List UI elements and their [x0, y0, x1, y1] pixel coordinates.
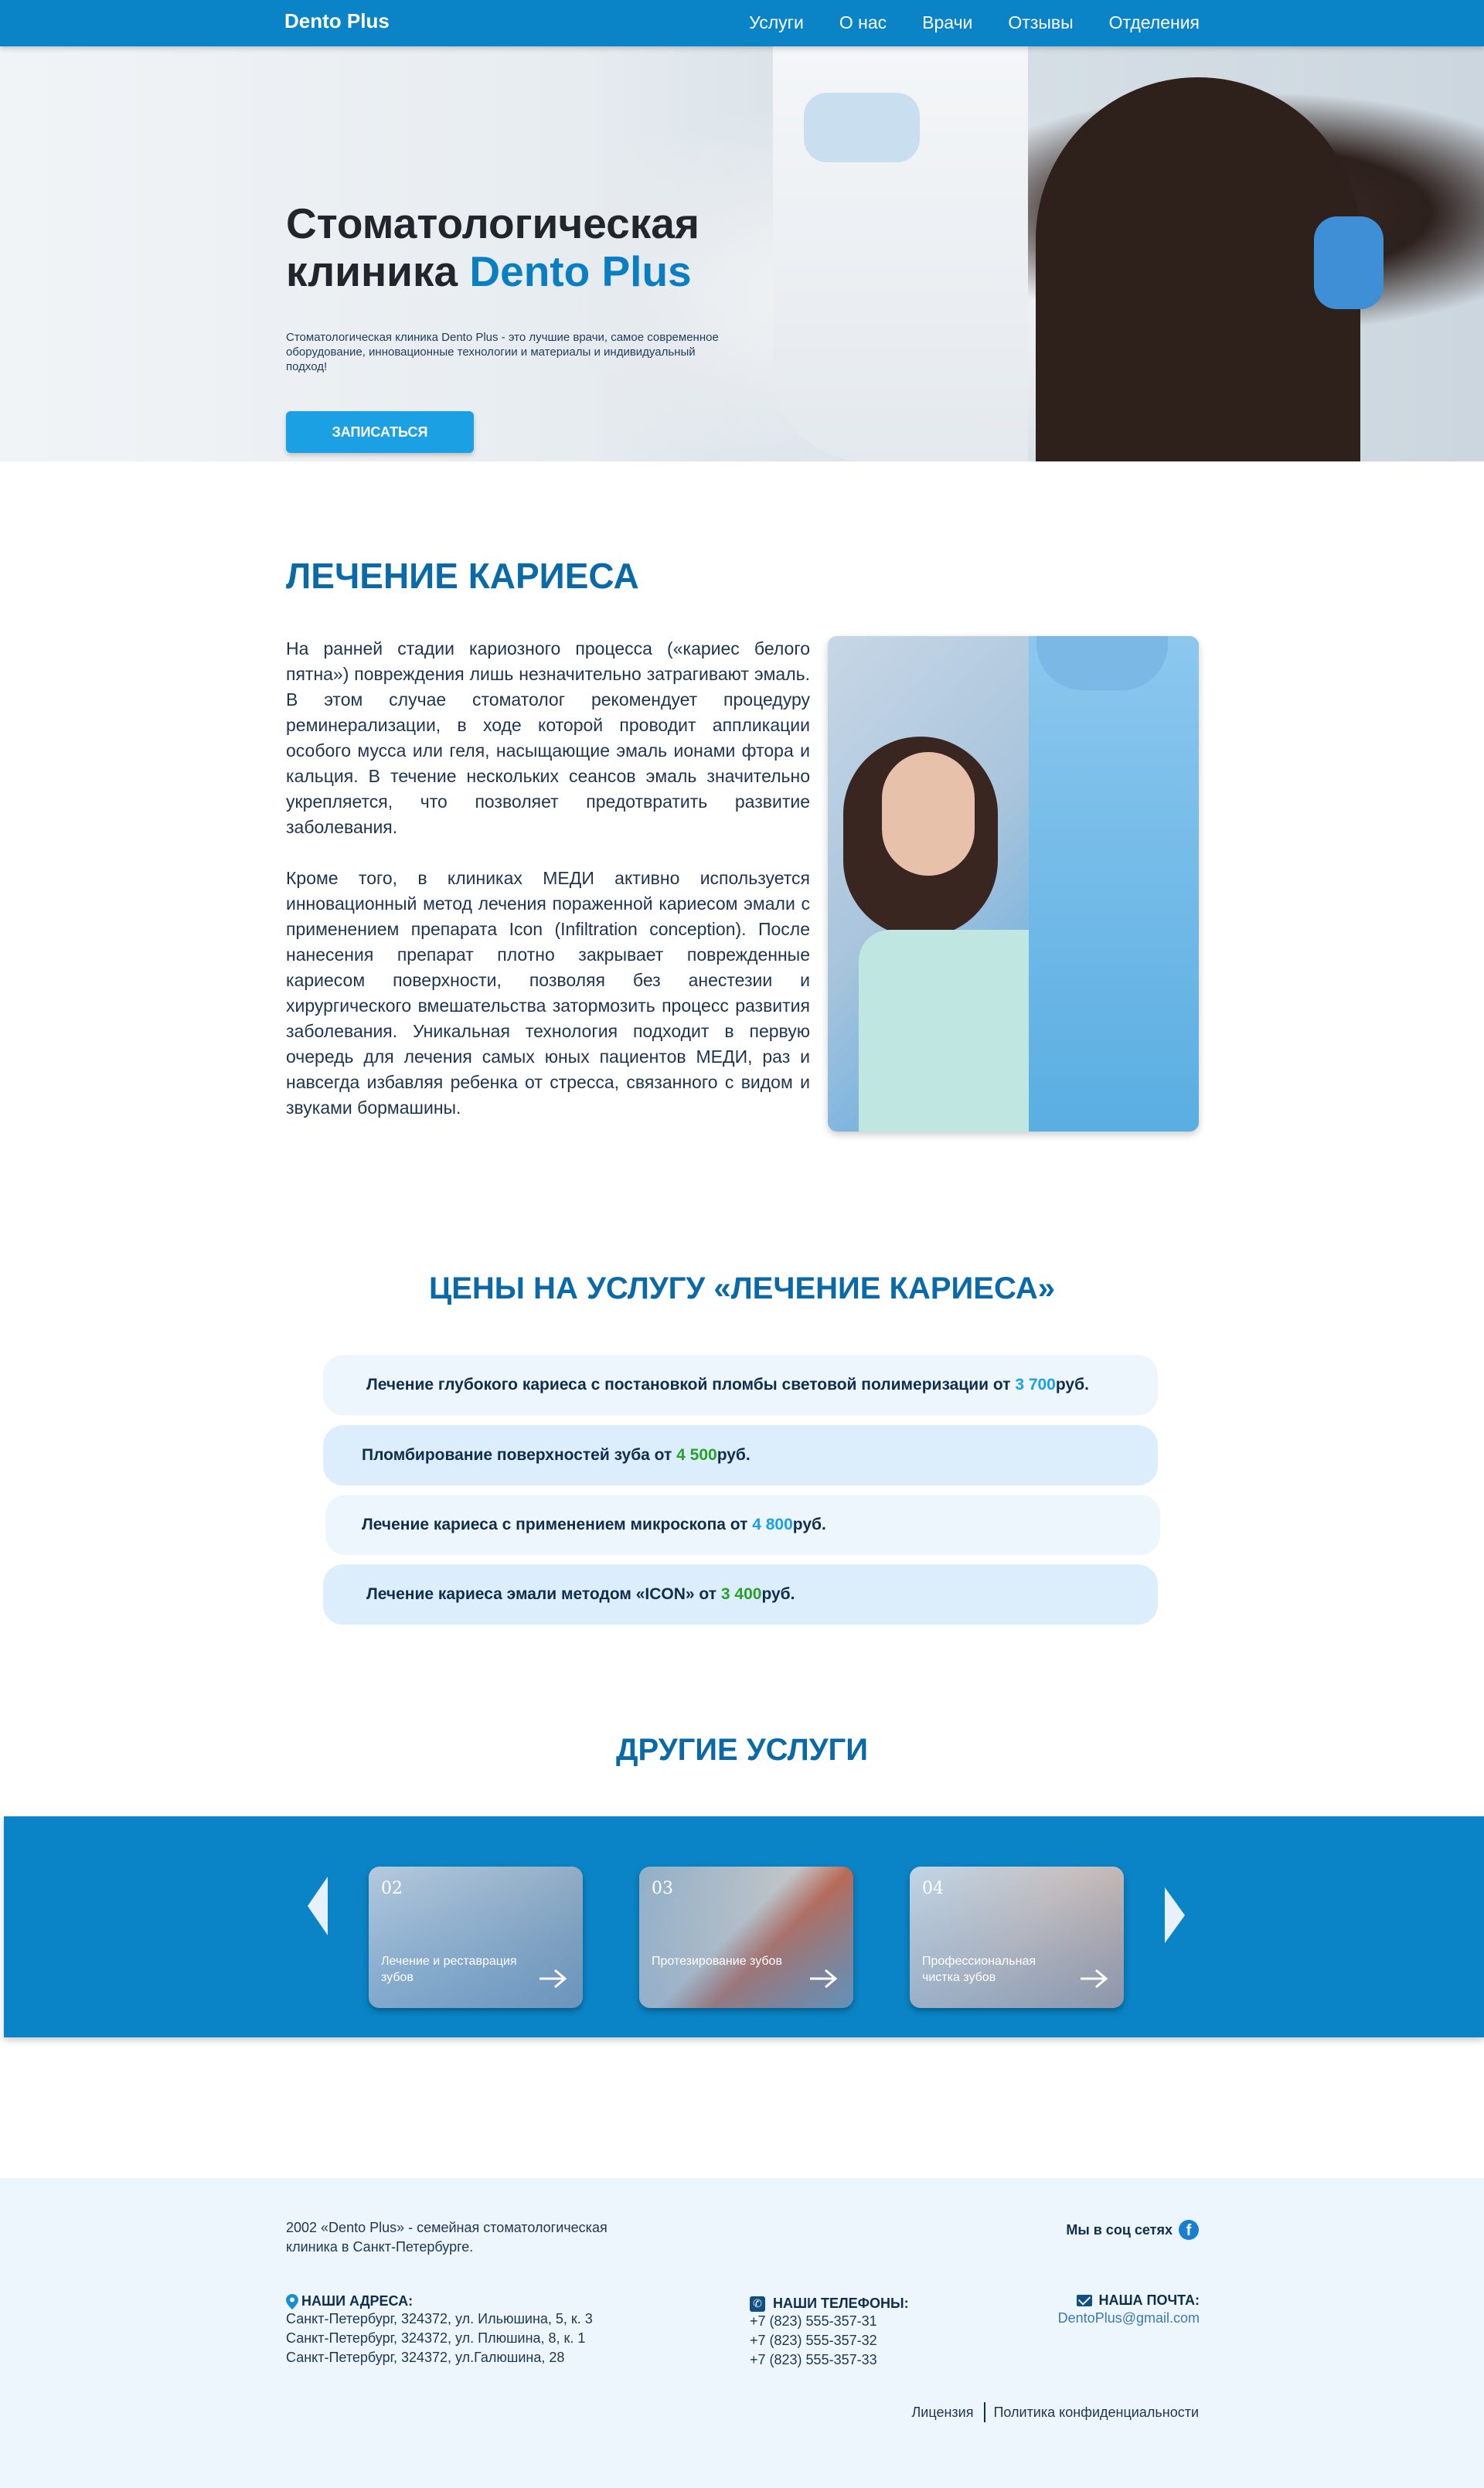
- caries-text: На ранней стадии кариозного процесса («к…: [286, 636, 810, 1121]
- caries-section-title: ЛЕЧЕНИЕ КАРИЕСА: [286, 556, 639, 596]
- facebook-icon[interactable]: f: [1179, 2220, 1199, 2240]
- address-line: Санкт-Петербург, 324372, ул.Галюшина, 28: [286, 2350, 565, 2365]
- top-navbar: Dento Plus Услуги О нас Врачи Отзывы Отд…: [0, 0, 1484, 46]
- footer-about: 2002 «Dento Plus» - семейная стоматологи…: [286, 2220, 608, 2255]
- caries-paragraph-1: На ранней стадии кариозного процесса («к…: [286, 638, 810, 837]
- hero-photo-glove: [1314, 216, 1384, 309]
- photo-dentist: [1029, 636, 1199, 1132]
- footer-links: Лицензия Политика конфиденциальности: [911, 2402, 1199, 2422]
- price-currency: руб.: [761, 1585, 795, 1603]
- arrow-right-icon[interactable]: [538, 1967, 569, 1990]
- other-services-title: ДРУГИЕ УСЛУГИ: [616, 1733, 868, 1767]
- card-label: Протезирование зубов: [652, 1955, 782, 1968]
- privacy-policy-link[interactable]: Политика конфиденциальности: [993, 2405, 1199, 2421]
- nav-link-doctors[interactable]: Врачи: [922, 12, 972, 33]
- arrow-right-icon[interactable]: [1079, 1967, 1110, 1990]
- social-label: Мы в соц сетях: [1066, 2221, 1173, 2238]
- arrow-right-icon[interactable]: [808, 1967, 839, 1990]
- hero-title-accent: Dento Plus: [469, 247, 692, 295]
- addresses-title-text: НАШИ АДРЕСА:: [301, 2293, 414, 2309]
- link-divider: [984, 2402, 986, 2422]
- arrow-left-icon[interactable]: [308, 1877, 328, 1935]
- price-row: Лечение глубокого кариеса с постановкой …: [323, 1355, 1158, 1415]
- price-row: Пломбирование поверхностей зуба от 4 500…: [323, 1425, 1158, 1486]
- phone-number[interactable]: +7 (823) 555-357-33: [750, 2350, 909, 2370]
- nav-link-branches[interactable]: Отделения: [1109, 12, 1200, 33]
- nav-link-reviews[interactable]: Отзывы: [1008, 12, 1073, 33]
- footer: [0, 2178, 1484, 2488]
- caries-treatment-photo: [828, 636, 1199, 1132]
- caries-paragraph-2: Кроме того, в клиниках МЕДИ активно испо…: [286, 868, 810, 1118]
- price-row: Лечение кариеса эмали методом «ICON» от …: [323, 1564, 1158, 1625]
- hero-section: Стоматологическая клиника Dento Plus Сто…: [0, 46, 1484, 461]
- phone-number[interactable]: +7 (823) 555-357-32: [750, 2331, 909, 2350]
- price-amount: 3 700: [1015, 1376, 1056, 1394]
- price-text: Лечение кариеса с применением микроскопа…: [362, 1516, 748, 1533]
- main-nav: Услуги О нас Врачи Отзывы Отделения: [749, 12, 1200, 33]
- photo-patient-face: [882, 752, 975, 876]
- footer-addresses: НАШИ АДРЕСА: Санкт-Петербург, 324372, ул…: [286, 2293, 593, 2367]
- service-card[interactable]: 02 Лечение и реставрация зубов: [369, 1867, 583, 2008]
- price-amount: 4 500: [676, 1446, 717, 1464]
- footer-social: Мы в соц сетях f: [1066, 2220, 1199, 2240]
- service-card[interactable]: 03 Протезирование зубов: [639, 1867, 853, 2008]
- hero-title-line2-prefix: клиника: [286, 247, 470, 295]
- phones-title-text: НАШИ ТЕЛЕФОНЫ:: [773, 2296, 909, 2311]
- brand-logo[interactable]: Dento Plus: [284, 9, 390, 33]
- prices-section-title: ЦЕНЫ НА УСЛУГУ «ЛЕЧЕНИЕ КАРИЕСА»: [429, 1271, 1055, 1305]
- hero-photo-mask: [804, 93, 920, 162]
- phone-number[interactable]: +7 (823) 555-357-31: [750, 2312, 909, 2331]
- phones-title: ✆ НАШИ ТЕЛЕФОНЫ:: [750, 2296, 909, 2312]
- mail-address[interactable]: DentoPlus@gmail.com: [1058, 2309, 1200, 2328]
- price-currency: руб.: [1055, 1376, 1089, 1394]
- card-number: 04: [922, 1879, 944, 1898]
- mail-icon: [1077, 2295, 1093, 2306]
- nav-link-services[interactable]: Услуги: [749, 12, 804, 33]
- service-card[interactable]: 04 Профессиональная чистка зубов: [910, 1867, 1124, 2008]
- arrow-right-icon[interactable]: [1165, 1887, 1185, 1943]
- hero-photo-patient: [1036, 77, 1360, 461]
- footer-phones: ✆ НАШИ ТЕЛЕФОНЫ: +7 (823) 555-357-31 +7 …: [750, 2296, 909, 2370]
- mail-title: НАША ПОЧТА:: [1058, 2292, 1200, 2309]
- hero-title-line1: Стоматологическая: [286, 199, 699, 247]
- location-pin-icon: [286, 2293, 298, 2309]
- address-line: Санкт-Петербург, 324372, ул. Ильюшина, 5…: [286, 2311, 593, 2326]
- card-label: Профессиональная чистка зубов: [922, 1955, 1036, 1984]
- license-link[interactable]: Лицензия: [911, 2405, 973, 2421]
- price-amount: 3 400: [720, 1585, 762, 1603]
- nav-link-about[interactable]: О нас: [839, 12, 887, 33]
- addresses-title: НАШИ АДРЕСА:: [286, 2293, 593, 2309]
- phone-icon: ✆: [750, 2296, 765, 2312]
- price-row: Лечение кариеса с применением микроскопа…: [325, 1495, 1160, 1555]
- card-number: 02: [381, 1879, 403, 1898]
- price-amount: 4 800: [752, 1516, 793, 1533]
- book-appointment-button[interactable]: ЗАПИСАТЬСЯ: [286, 411, 474, 453]
- card-label: Лечение и реставрация зубов: [381, 1955, 517, 1984]
- price-text: Лечение глубокого кариеса с постановкой …: [366, 1376, 1011, 1394]
- address-line: Санкт-Петербург, 324372, ул. Плюшина, 8,…: [286, 2330, 586, 2346]
- price-currency: руб.: [716, 1446, 751, 1464]
- mail-title-text: НАША ПОЧТА:: [1098, 2292, 1200, 2308]
- hero-lead: Стоматологическая клиника Dento Plus - э…: [286, 331, 719, 373]
- footer-mail: НАША ПОЧТА: DentoPlus@gmail.com: [1058, 2292, 1200, 2328]
- price-text: Пломбирование поверхностей зуба от: [362, 1446, 672, 1464]
- card-number: 03: [652, 1879, 673, 1898]
- price-currency: руб.: [792, 1516, 826, 1533]
- price-text: Лечение кариеса эмали методом «ICON» от: [366, 1585, 717, 1603]
- hero-title: Стоматологическая клиника Dento Plus: [286, 199, 699, 295]
